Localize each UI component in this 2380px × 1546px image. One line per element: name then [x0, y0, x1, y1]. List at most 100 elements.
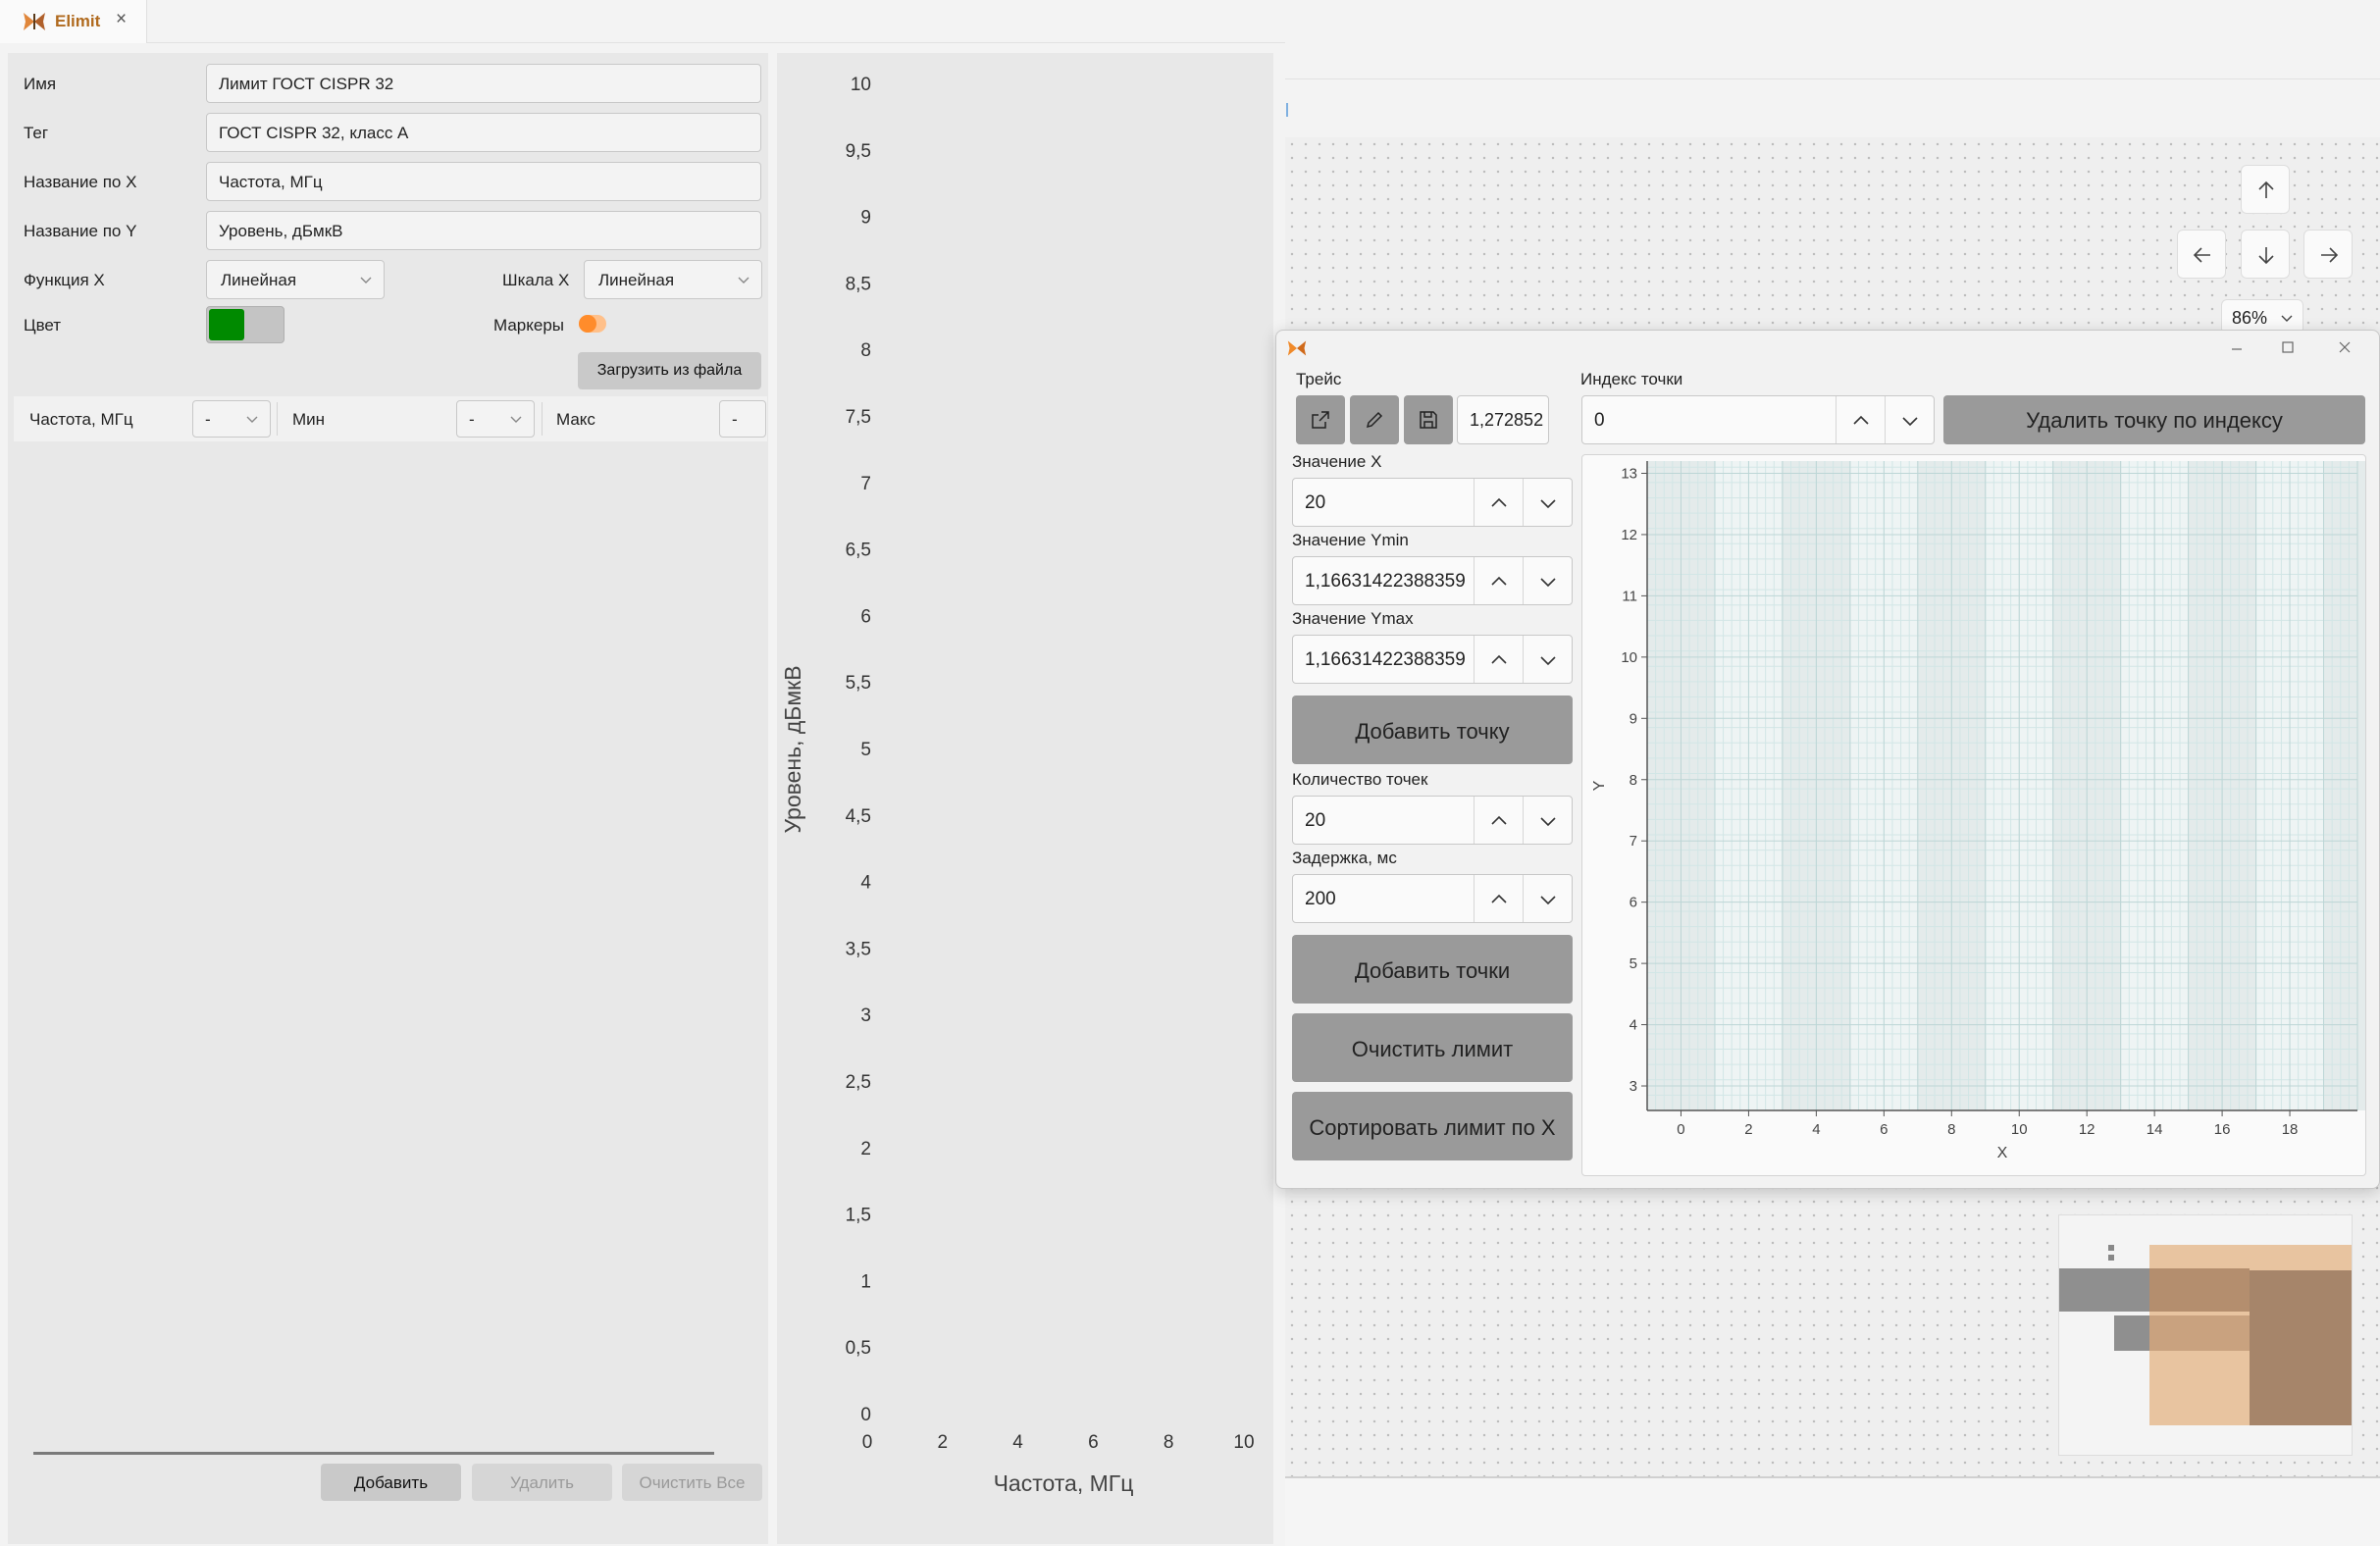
canvas-status-bar — [1285, 1476, 2380, 1546]
x-value-label: Значение X — [1292, 452, 1382, 471]
trace-value-field[interactable]: 1,272852 — [1457, 395, 1549, 444]
pan-up-button[interactable] — [2241, 165, 2290, 214]
y-name-field[interactable]: Уровень, дБмкВ — [206, 211, 761, 250]
x-tick-label: 6 — [1088, 1432, 1099, 1453]
ymin-spinner[interactable]: 1,16631422388359 — [1292, 556, 1573, 605]
load-from-file-button[interactable]: Загрузить из файла — [578, 352, 761, 389]
x-tick-label: 10 — [1233, 1432, 1254, 1453]
y-tick-label: 10 — [1621, 649, 1637, 666]
min-filter-select[interactable]: - — [456, 400, 535, 438]
color-picker[interactable] — [206, 306, 285, 343]
x-value-increment[interactable] — [1474, 479, 1523, 526]
chevron-up-icon — [1491, 654, 1507, 664]
chevron-down-icon — [1540, 499, 1556, 509]
add-row-button[interactable]: Добавить — [321, 1464, 461, 1501]
pan-right-button[interactable] — [2303, 230, 2353, 279]
y-tick-label: 7 — [1630, 833, 1637, 850]
name-field[interactable]: Лимит ГОСТ CISPR 32 — [206, 64, 761, 103]
open-external-button[interactable] — [1296, 395, 1345, 444]
x-tick-label: 2 — [938, 1432, 949, 1453]
x-tick-label: 18 — [2282, 1121, 2299, 1138]
minimap[interactable] — [2058, 1214, 2353, 1456]
x-tick-label: 4 — [1812, 1121, 1820, 1138]
delay-value: 200 — [1305, 889, 1336, 909]
ymax-value: 1,16631422388359 — [1305, 649, 1466, 670]
pan-down-button[interactable] — [2241, 230, 2290, 279]
column-divider — [542, 402, 543, 436]
tab-close-icon[interactable]: × — [116, 9, 127, 30]
y-tick-label: 5,5 — [846, 673, 871, 694]
y-tick-label: 9 — [860, 208, 871, 229]
point-index-value: 0 — [1594, 410, 1605, 431]
y-tick-label: 4,5 — [846, 806, 871, 827]
tag-field[interactable]: ГОСТ CISPR 32, класс А — [206, 113, 761, 152]
delay-spinner[interactable]: 200 — [1292, 874, 1573, 923]
x-tick-label: 8 — [1164, 1432, 1174, 1453]
column-header-frequency: Частота, МГц — [29, 410, 133, 429]
delay-increment[interactable] — [1474, 875, 1523, 922]
chevron-down-icon — [2281, 315, 2293, 322]
delay-label: Задержка, мс — [1292, 849, 1397, 867]
sort-limit-by-x-button[interactable]: Сортировать лимит по X — [1292, 1092, 1573, 1160]
add-point-button[interactable]: Добавить точку — [1292, 696, 1573, 764]
scale-x-select[interactable]: Линейная — [584, 260, 762, 299]
toggle-knob — [579, 315, 596, 333]
save-trace-button[interactable] — [1404, 395, 1453, 444]
ymax-label: Значение Ymax — [1292, 609, 1414, 628]
y-tick-label: 5 — [1630, 955, 1637, 972]
clear-limit-button[interactable]: Очистить лимит — [1292, 1013, 1573, 1082]
maximize-icon[interactable] — [2281, 340, 2295, 354]
x-tick-label: 0 — [1677, 1121, 1684, 1138]
x-value-spinner[interactable]: 20 — [1292, 478, 1573, 527]
x-name-field[interactable]: Частота, МГц — [206, 162, 761, 201]
ymax-spinner[interactable]: 1,16631422388359 — [1292, 635, 1573, 684]
chevron-up-icon — [1491, 894, 1507, 903]
x-tick-label: 10 — [2011, 1121, 2028, 1138]
y-tick-label: 4 — [1630, 1017, 1637, 1034]
points-count-spinner[interactable]: 20 — [1292, 796, 1573, 845]
delete-point-by-index-button[interactable]: Удалить точку по индексу — [1943, 395, 2365, 444]
y-tick-label: 6 — [1630, 895, 1637, 911]
y-tick-label: 8 — [860, 340, 871, 361]
x-value-decrement[interactable] — [1523, 479, 1572, 526]
points-count-decrement[interactable] — [1523, 797, 1572, 844]
ymax-decrement[interactable] — [1523, 636, 1572, 683]
add-points-button[interactable]: Добавить точки — [1292, 935, 1573, 1004]
chevron-down-icon — [510, 416, 522, 423]
minimize-icon[interactable] — [2230, 342, 2244, 356]
tab-elimit[interactable]: Elimit × — [0, 0, 147, 43]
ymin-decrement[interactable] — [1523, 557, 1572, 604]
ymin-increment[interactable] — [1474, 557, 1523, 604]
delay-decrement[interactable] — [1523, 875, 1572, 922]
pan-left-button[interactable] — [2177, 230, 2226, 279]
function-x-select[interactable]: Линейная — [206, 260, 385, 299]
chevron-up-icon — [1491, 815, 1507, 825]
max-filter-select[interactable]: - — [719, 400, 766, 438]
chevron-down-icon — [1540, 578, 1556, 588]
edit-trace-button[interactable] — [1350, 395, 1399, 444]
point-index-spinner[interactable]: 0 — [1581, 395, 1935, 444]
y-tick-label: 9,5 — [846, 141, 871, 162]
chevron-down-icon — [1540, 896, 1556, 905]
limit-chart-panel: 0 0,5 1 1,5 2 2,5 3 3,5 4 4,5 5 5,5 6 6,5 7 7,5 8 8,5 9 9,5… — [777, 53, 1273, 1544]
delete-row-button[interactable]: Удалить — [472, 1464, 612, 1501]
points-count-increment[interactable] — [1474, 797, 1523, 844]
y-tick-label: 5 — [860, 740, 871, 760]
chevron-down-icon — [1540, 656, 1556, 666]
frequency-filter-select[interactable]: - — [192, 400, 271, 438]
y-tick-label: 6,5 — [846, 541, 871, 561]
ymax-increment[interactable] — [1474, 636, 1523, 683]
grid-band — [2323, 461, 2380, 1110]
chevron-down-icon — [360, 277, 372, 283]
save-icon — [1420, 411, 1437, 429]
clear-all-button[interactable]: Очистить Все — [622, 1464, 762, 1501]
point-index-increment[interactable] — [1836, 396, 1885, 443]
point-index-decrement[interactable] — [1885, 396, 1934, 443]
y-tick-label: 1 — [860, 1271, 871, 1292]
x-name-label: Название по X — [24, 173, 137, 191]
y-tick-label: 13 — [1621, 465, 1637, 482]
markers-toggle[interactable] — [579, 315, 606, 333]
table-horizontal-scrollbar[interactable] — [33, 1452, 714, 1455]
canvas-toolbar-area — [1285, 0, 2380, 137]
close-icon[interactable] — [2338, 340, 2352, 354]
